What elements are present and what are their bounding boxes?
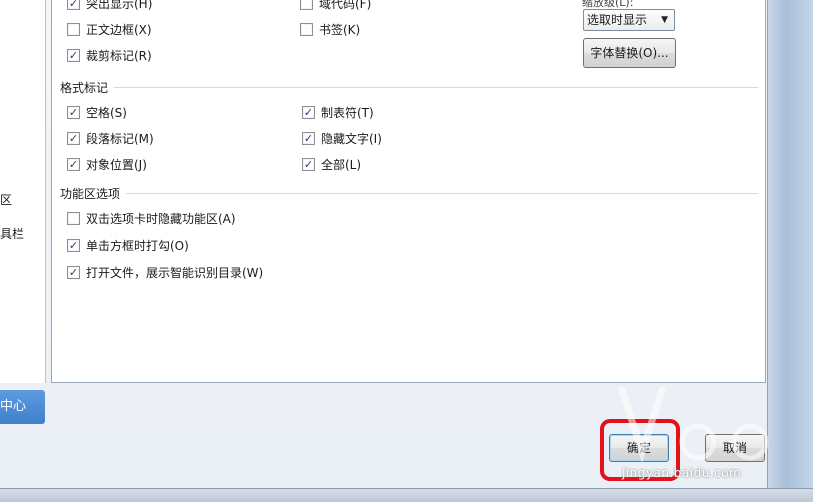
font-replace-button[interactable]: 字体替换(O)... bbox=[583, 38, 676, 68]
checkbox-hide-ribbon-double-click[interactable]: 双击选项卡时隐藏功能区(A) bbox=[67, 210, 236, 226]
checkbox-click-box-check[interactable]: 单击方框时打勾(O) bbox=[67, 237, 189, 253]
checkbox-tabs[interactable]: 制表符(T) bbox=[302, 104, 374, 120]
chevron-down-icon: ▼ bbox=[661, 15, 668, 25]
checkbox-label: 打开文件，展示智能识别目录(W) bbox=[86, 265, 264, 280]
checkbox-icon[interactable] bbox=[300, 22, 313, 36]
checkbox-label: 全部(L) bbox=[321, 157, 362, 172]
checkbox-icon[interactable] bbox=[67, 265, 80, 279]
checkbox-label: 空格(S) bbox=[86, 105, 127, 120]
checkbox-label: 书签(K) bbox=[319, 22, 361, 37]
watermark-text: jingyan.baidu.com bbox=[622, 466, 742, 480]
checkbox-spaces[interactable]: 空格(S) bbox=[67, 104, 127, 120]
checkbox-icon[interactable] bbox=[302, 105, 315, 119]
checkbox-all[interactable]: 全部(L) bbox=[302, 156, 361, 172]
checkbox-icon[interactable] bbox=[67, 22, 80, 36]
checkbox-hidden-text[interactable]: 隐藏文字(I) bbox=[302, 130, 382, 146]
nav-center-button[interactable]: 中心 bbox=[0, 390, 45, 424]
checkbox-label: 域代码(F) bbox=[319, 0, 372, 11]
checkbox-icon[interactable] bbox=[302, 157, 315, 171]
checkbox-paragraph-marks[interactable]: 段落标记(M) bbox=[67, 130, 154, 146]
checkbox-icon[interactable] bbox=[67, 0, 80, 10]
checkbox-icon[interactable] bbox=[302, 131, 315, 145]
checkbox-label: 突出显示(H) bbox=[86, 0, 153, 11]
checkbox-label: 对象位置(J) bbox=[86, 157, 147, 172]
nav-item-partial-b[interactable]: 具栏 bbox=[0, 225, 24, 242]
options-dialog: 区 具栏 中心 突出显示(H) 域代码(F) 缩放级(L): 选取时显示 ▼ 正… bbox=[0, 0, 813, 502]
zoom-select[interactable]: 选取时显示 ▼ bbox=[583, 9, 675, 31]
checkbox-icon[interactable] bbox=[67, 105, 80, 119]
checkbox-label: 双击选项卡时隐藏功能区(A) bbox=[86, 211, 236, 226]
group-title-format-marks: 格式标记 bbox=[60, 79, 115, 96]
checkbox-crop-marks[interactable]: 裁剪标记(R) bbox=[67, 47, 152, 63]
checkbox-field-codes[interactable]: 域代码(F) bbox=[300, 0, 371, 11]
group-divider bbox=[60, 193, 758, 194]
checkbox-label: 裁剪标记(R) bbox=[86, 48, 152, 63]
checkbox-label: 正文边框(X) bbox=[86, 22, 152, 37]
checkbox-label: 制表符(T) bbox=[321, 105, 374, 120]
zoom-select-value: 选取时显示 bbox=[587, 13, 648, 27]
checkbox-icon[interactable] bbox=[67, 157, 80, 171]
nav-item-partial-a[interactable]: 区 bbox=[0, 191, 12, 208]
checkbox-bookmarks[interactable]: 书签(K) bbox=[300, 21, 360, 37]
group-divider bbox=[60, 87, 758, 88]
checkbox-text-border[interactable]: 正文边框(X) bbox=[67, 21, 152, 37]
group-title-ribbon-options: 功能区选项 bbox=[60, 185, 127, 202]
checkbox-object-anchors[interactable]: 对象位置(J) bbox=[67, 156, 147, 172]
checkbox-icon[interactable] bbox=[67, 238, 80, 252]
checkbox-icon[interactable] bbox=[67, 131, 80, 145]
window-frame-right bbox=[767, 0, 813, 490]
checkbox-icon[interactable] bbox=[67, 211, 80, 225]
checkbox-label: 段落标记(M) bbox=[86, 131, 154, 146]
cancel-button[interactable]: 取消 bbox=[705, 434, 765, 462]
checkbox-open-file-show-toc[interactable]: 打开文件，展示智能识别目录(W) bbox=[67, 264, 263, 280]
checkbox-label: 单击方框时打勾(O) bbox=[86, 238, 189, 253]
checkbox-highlight[interactable]: 突出显示(H) bbox=[67, 0, 152, 11]
left-nav-panel: 区 具栏 bbox=[0, 0, 46, 383]
taskbar bbox=[0, 488, 813, 502]
view-options-panel: 突出显示(H) 域代码(F) 缩放级(L): 选取时显示 ▼ 正文边框(X) 书… bbox=[51, 0, 766, 383]
checkbox-label: 隐藏文字(I) bbox=[321, 131, 382, 146]
checkbox-icon[interactable] bbox=[300, 0, 313, 10]
checkbox-icon[interactable] bbox=[67, 48, 80, 62]
